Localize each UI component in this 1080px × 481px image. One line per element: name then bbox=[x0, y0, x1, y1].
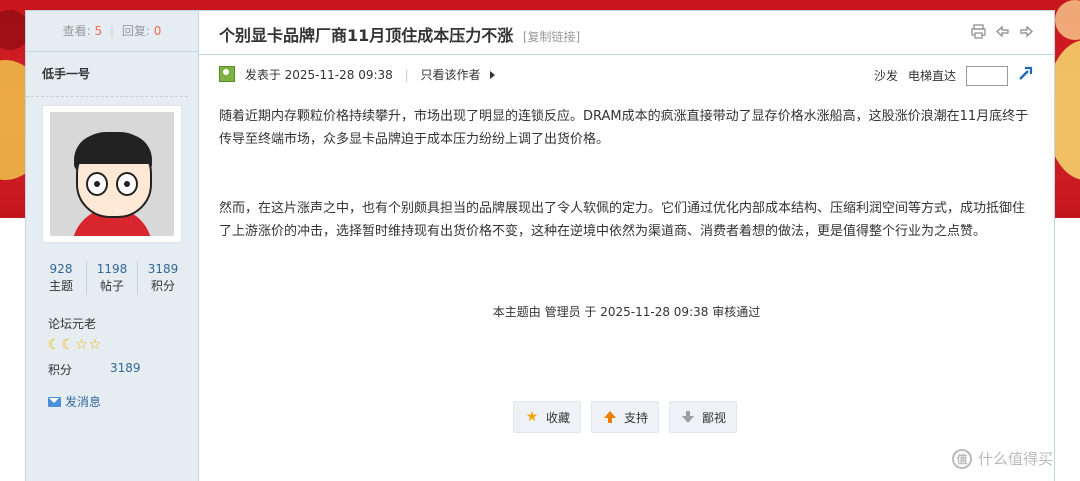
count-value: 928 bbox=[49, 262, 73, 276]
support-button[interactable]: 支持 bbox=[591, 401, 660, 433]
only-author-link[interactable]: 只看该作者 bbox=[420, 68, 480, 82]
user-counts: 928 主题 1198 帖子 3189 积分 bbox=[36, 261, 188, 295]
thumb-down-icon bbox=[680, 409, 696, 425]
rank-stars-icon: ☾☾☆☆ bbox=[48, 337, 102, 353]
score-row: 积分 3189 bbox=[48, 361, 178, 378]
thumb-up-icon bbox=[602, 409, 618, 425]
site-watermark: 值 什么值得买 bbox=[952, 448, 1053, 469]
go-icon[interactable] bbox=[1018, 65, 1034, 86]
replies-count: 0 bbox=[153, 24, 162, 38]
oppose-label: 鄙视 bbox=[702, 410, 727, 425]
watermark-logo-icon: 值 bbox=[952, 448, 972, 469]
prev-thread-icon[interactable] bbox=[994, 23, 1010, 39]
next-thread-icon[interactable] bbox=[1018, 23, 1034, 39]
count-label: 积分 bbox=[150, 279, 175, 293]
floor-nav: 沙发 电梯直达 bbox=[874, 65, 1034, 86]
review-note: 本主题由 管理员 于 2025-11-28 09:38 审核通过 bbox=[492, 305, 761, 319]
divider: | bbox=[404, 68, 409, 82]
thread-stats: 查看: 5 | 回复: 0 bbox=[26, 11, 198, 52]
chevron-right-icon bbox=[490, 71, 496, 79]
views-count: 5 bbox=[94, 24, 103, 38]
favorite-button[interactable]: ★ 收藏 bbox=[513, 401, 582, 433]
avatar-image bbox=[50, 112, 174, 236]
user-sidebar: 查看: 5 | 回复: 0 低手一号 928 主题 1198 帖子 3189 积… bbox=[26, 11, 199, 481]
count-label: 帖子 bbox=[99, 279, 124, 293]
replies-label: 回复: bbox=[121, 24, 150, 38]
title-bar: 个别显卡品牌厂商11月顶住成本压力不涨 [复制链接] bbox=[199, 11, 1054, 55]
floor-label: 沙发 bbox=[873, 68, 898, 83]
post-actions: ★ 收藏 支持 鄙视 bbox=[513, 401, 738, 433]
divider: | bbox=[109, 24, 115, 38]
title-tools bbox=[970, 23, 1034, 39]
views-label: 查看: bbox=[62, 24, 91, 38]
count-topics[interactable]: 928 主题 bbox=[36, 261, 87, 295]
online-status-icon bbox=[219, 66, 235, 82]
count-points[interactable]: 3189 积分 bbox=[138, 261, 188, 295]
score-label: 积分 bbox=[48, 363, 73, 377]
count-value: 3189 bbox=[147, 262, 179, 276]
score-value: 3189 bbox=[110, 361, 141, 375]
star-icon: ★ bbox=[525, 409, 539, 425]
author-name[interactable]: 低手一号 bbox=[26, 52, 188, 97]
watermark-text: 什么值得买 bbox=[978, 450, 1054, 468]
support-label: 支持 bbox=[624, 410, 649, 425]
count-value: 1198 bbox=[96, 262, 128, 276]
floor-number-input[interactable] bbox=[966, 65, 1008, 86]
post-main: 个别显卡品牌厂商11月顶住成本压力不涨 [复制链接] 发表于 2025-11-2… bbox=[199, 11, 1054, 481]
count-posts[interactable]: 1198 帖子 bbox=[87, 261, 138, 295]
send-message-link[interactable]: 发消息 bbox=[48, 393, 101, 410]
post-paragraph: 然而，在这片涨声之中，也有个别颇具担当的品牌展现出了令人软佩的定力。它们通过优化… bbox=[219, 201, 1026, 239]
user-rank[interactable]: 论坛元老 bbox=[48, 315, 96, 332]
avatar[interactable] bbox=[42, 105, 182, 243]
mail-icon bbox=[48, 396, 61, 407]
count-label: 主题 bbox=[48, 279, 73, 293]
print-icon[interactable] bbox=[970, 23, 986, 39]
rank-stars: ☾☾☆☆ bbox=[48, 337, 103, 353]
send-message-label: 发消息 bbox=[65, 395, 102, 409]
copy-link[interactable]: [复制链接] bbox=[523, 30, 580, 44]
elevator-label: 电梯直达 bbox=[907, 68, 956, 83]
post-meta: 发表于 2025-11-28 09:38 | 只看该作者 沙发 电梯直达 bbox=[219, 65, 1034, 86]
post-content: 随着近期内存颗粒价格持续攀升，市场出现了明显的连锁反应。DRAM成本的疯涨直接带… bbox=[219, 105, 1034, 243]
thread-title: 个别显卡品牌厂商11月顶住成本压力不涨 [复制链接] bbox=[219, 22, 580, 46]
post-paragraph: 随着近期内存颗粒价格持续攀升，市场出现了明显的连锁反应。DRAM成本的疯涨直接带… bbox=[219, 109, 1029, 147]
favorite-label: 收藏 bbox=[546, 410, 571, 425]
oppose-button[interactable]: 鄙视 bbox=[669, 401, 738, 433]
post-frame: 查看: 5 | 回复: 0 低手一号 928 主题 1198 帖子 3189 积… bbox=[25, 10, 1055, 481]
thread-title-text: 个别显卡品牌厂商11月顶住成本压力不涨 bbox=[219, 26, 514, 45]
post-time: 发表于 2025-11-28 09:38 bbox=[244, 68, 393, 82]
